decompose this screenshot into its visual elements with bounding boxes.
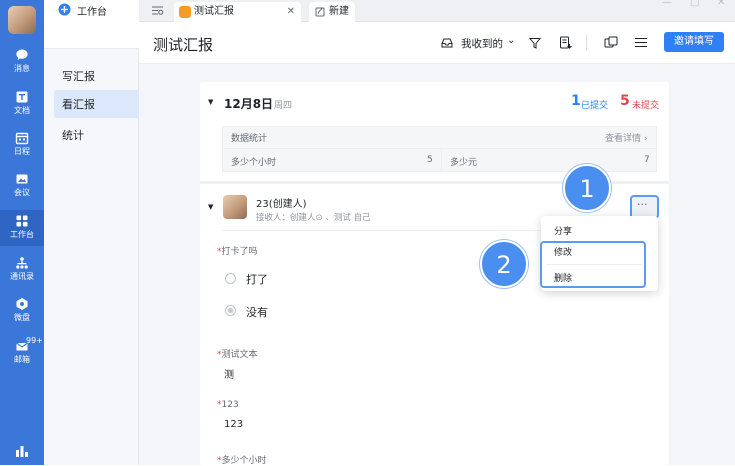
minimize-icon[interactable]: — xyxy=(662,0,672,8)
tab-active-report[interactable]: 测试汇报 ✕ xyxy=(174,2,301,22)
tab-list-icon[interactable] xyxy=(151,5,164,16)
grid-icon xyxy=(16,215,28,227)
close-icon[interactable]: ✕ xyxy=(287,2,295,22)
callout-badge-2: 2 xyxy=(480,240,528,288)
rail-item-drive[interactable]: 微盘 xyxy=(0,297,44,327)
stat-label: 多少个小时 xyxy=(231,158,277,168)
document-icon xyxy=(16,91,28,103)
tab-label: 测试汇报 xyxy=(194,6,234,17)
edit-icon xyxy=(315,7,325,17)
contacts-icon xyxy=(16,257,28,269)
secondary-nav: 工作台 写汇报 看汇报 统计 xyxy=(44,0,148,465)
export-icon[interactable] xyxy=(559,36,572,49)
menu-icon[interactable] xyxy=(635,37,647,48)
inbox-icon xyxy=(441,38,453,48)
page-header: 测试汇报 我收到的 ⌄ 邀请填写 xyxy=(139,22,735,64)
stats-divider xyxy=(223,148,656,149)
submitted-label[interactable]: 已提交 xyxy=(581,98,608,111)
menu-item-edit[interactable]: 修改 xyxy=(554,245,572,258)
radio-option-2-selected[interactable] xyxy=(225,305,236,316)
stats-detail-link[interactable]: 查看详情 › xyxy=(605,131,647,144)
rail-item-mail[interactable]: 邮箱 99+ xyxy=(0,336,44,371)
menu-item-share[interactable]: 分享 xyxy=(554,224,572,237)
switch-view-icon[interactable] xyxy=(604,36,618,49)
entry-divider xyxy=(222,230,542,231)
unsubmitted-count: 5 xyxy=(620,93,630,109)
rail-label: 日程 xyxy=(14,147,30,156)
answer-value: 测 xyxy=(224,370,234,381)
tab-label: 新建 xyxy=(329,6,349,17)
unsubmitted-label[interactable]: 未提交 xyxy=(632,98,659,111)
callout-badge-1: 1 xyxy=(563,164,611,212)
filter-label: 我收到的 xyxy=(461,38,503,50)
rail-label: 消息 xyxy=(14,64,30,73)
report-date: 12月8日 xyxy=(224,97,274,111)
rail-label: 工作台 xyxy=(10,230,34,239)
drive-icon xyxy=(16,298,28,310)
mail-badge: 99+ xyxy=(26,336,43,345)
stat-value: 7 xyxy=(644,155,650,165)
nav-item-view-report[interactable]: 看汇报 xyxy=(54,90,148,118)
tab-bar: 测试汇报 ✕ 新建 — □ ✕ xyxy=(139,0,735,22)
workspace-logo-icon xyxy=(58,3,71,16)
header-divider xyxy=(586,35,587,50)
highlight-box: 修改 删除 xyxy=(540,241,646,288)
tab-new[interactable]: 新建 xyxy=(309,2,355,22)
answer-value: 123 xyxy=(224,419,244,430)
filter-icon[interactable] xyxy=(529,37,541,49)
question-label: *多少个小时 xyxy=(217,456,267,466)
window-close-icon[interactable]: ✕ xyxy=(717,0,725,8)
question-label: *打卡了吗 xyxy=(217,247,258,257)
author-avatar xyxy=(223,195,247,219)
page-title: 测试汇报 xyxy=(153,36,214,54)
invite-button[interactable]: 邀请填写 xyxy=(664,32,724,52)
rail-item-meeting[interactable]: 会议 xyxy=(0,172,44,202)
rail-item-messages[interactable]: 消息 xyxy=(0,48,44,78)
caret-down-icon[interactable]: ▼ xyxy=(208,203,213,211)
rail-label: 文档 xyxy=(14,106,30,115)
radio-option-1[interactable] xyxy=(225,273,236,284)
chevron-down-icon: ⌄ xyxy=(507,35,516,46)
menu-item-delete[interactable]: 删除 xyxy=(554,271,572,284)
report-tab-icon xyxy=(179,6,191,18)
user-avatar[interactable] xyxy=(8,6,36,34)
rail-item-docs[interactable]: 文档 xyxy=(0,90,44,120)
author-name: 23(创建人) xyxy=(256,199,307,210)
caret-down-icon[interactable]: ▼ xyxy=(208,98,213,106)
rail-item-workspace[interactable]: 工作台 xyxy=(0,210,44,246)
workspace-header: 工作台 xyxy=(44,0,139,49)
stat-value: 5 xyxy=(427,155,433,165)
rail-label: 邮箱 xyxy=(14,355,30,364)
meeting-icon xyxy=(16,174,28,184)
more-dots-icon: ··· xyxy=(637,198,648,211)
stats-title: 数据统计 xyxy=(231,134,268,144)
radio-label: 打了 xyxy=(246,273,268,286)
question-label: *123 xyxy=(217,400,239,410)
app-rail: 消息 文档 日程 会议 工作台 通讯录 微盘 邮箱 99+ xyxy=(0,0,44,465)
stats-icon[interactable] xyxy=(14,444,30,461)
submitted-count: 1 xyxy=(571,93,581,109)
workspace-title: 工作台 xyxy=(77,7,107,18)
maximize-icon[interactable]: □ xyxy=(690,0,699,8)
rail-label: 通讯录 xyxy=(10,272,34,281)
rail-item-calendar[interactable]: 日程 xyxy=(0,131,44,161)
rail-label: 会议 xyxy=(14,188,30,197)
radio-label: 没有 xyxy=(246,306,268,319)
stats-cell-divider xyxy=(441,149,442,171)
rail-item-contacts[interactable]: 通讯录 xyxy=(0,256,44,286)
rail-label: 微盘 xyxy=(14,313,30,322)
chat-icon xyxy=(16,49,28,60)
calendar-icon xyxy=(15,132,29,145)
question-label: *测试文本 xyxy=(217,350,258,360)
menu-divider xyxy=(546,264,642,265)
receivers-text: 接收人：创建人⊙ 、测试 自己 xyxy=(256,213,371,223)
report-weekday: 周四 xyxy=(274,101,293,111)
stat-label: 多少元 xyxy=(450,158,478,168)
